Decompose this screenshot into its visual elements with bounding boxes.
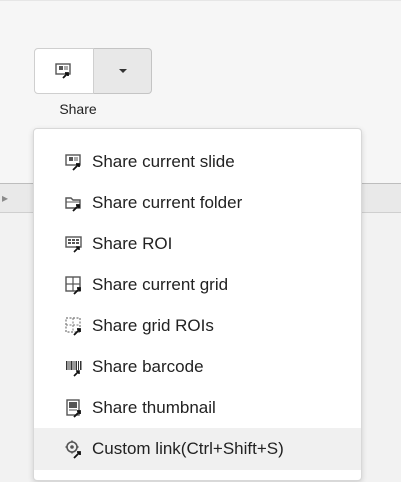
menu-item-share-grid-rois[interactable]: Share grid ROIs — [34, 305, 361, 346]
menu-item-share-current-slide[interactable]: Share current slide — [34, 141, 361, 182]
share-barcode-icon — [66, 360, 82, 377]
menu-item-share-current-folder[interactable]: Share current folder — [34, 182, 361, 223]
share-thumbnail-icon — [66, 398, 81, 418]
menu-item-label: Share current slide — [92, 151, 235, 171]
share-dropdown-toggle[interactable] — [94, 48, 152, 94]
menu-item-share-barcode[interactable]: Share barcode — [34, 346, 361, 387]
menu-item-share-thumbnail[interactable]: Share thumbnail — [34, 387, 361, 428]
share-button-group — [34, 48, 152, 96]
share-button[interactable] — [34, 48, 94, 94]
menu-item-label: Share ROI — [92, 233, 173, 253]
custom-link-icon — [65, 440, 81, 459]
menu-item-label: Share barcode — [92, 356, 204, 376]
share-grid-icon — [65, 275, 81, 295]
share-slide-icon — [65, 153, 81, 171]
toolbar-top-border — [0, 0, 401, 1]
menu-item-label: Share grid ROIs — [92, 315, 214, 335]
menu-item-label: Share thumbnail — [92, 397, 216, 417]
share-label: Share — [59, 101, 97, 117]
tab-arrow-icon: ▸ — [2, 191, 9, 205]
menu-item-label: Share current folder — [92, 192, 243, 212]
menu-item-custom-link[interactable]: Custom link(Ctrl+Shift+S) — [34, 428, 361, 470]
menu-item-share-current-grid[interactable]: Share current grid — [34, 264, 361, 305]
chevron-down-icon — [118, 69, 127, 73]
share-slide-icon — [55, 63, 71, 79]
share-roi-icon — [65, 235, 82, 253]
menu-item-label: Custom link(Ctrl+Shift+S) — [92, 439, 284, 458]
share-grid-rois-icon — [65, 316, 81, 336]
share-folder-icon — [65, 196, 81, 212]
menu-item-label: Share current grid — [92, 274, 229, 294]
menu-item-share-roi[interactable]: Share ROI — [34, 223, 361, 264]
share-dropdown-menu: Share current slide Share current folder… — [33, 128, 362, 481]
